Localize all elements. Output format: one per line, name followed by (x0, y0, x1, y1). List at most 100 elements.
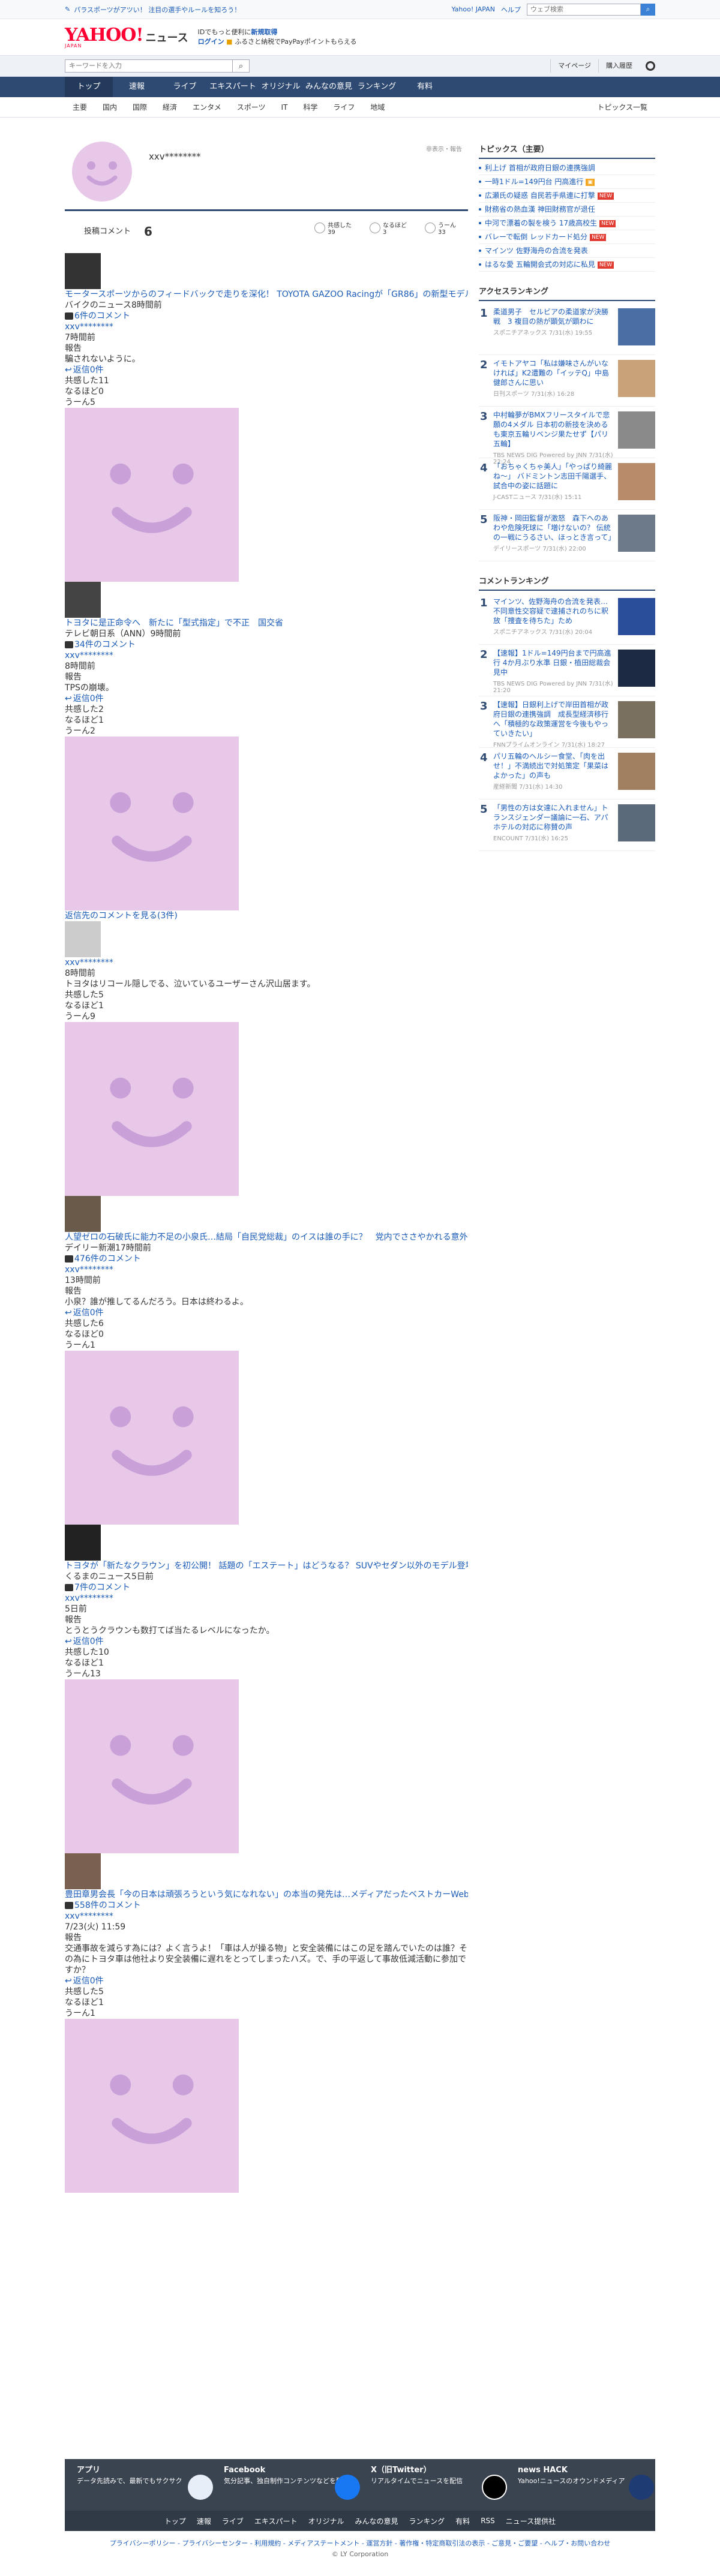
footer-nav-opinions[interactable]: みんなの意見 (355, 2516, 398, 2526)
comment-count-link[interactable]: 476件のコメント (65, 1254, 468, 1264)
comment-user[interactable]: xxv******** (65, 957, 468, 968)
uun-button[interactable]: うーん1 (65, 1340, 468, 1351)
uun-button[interactable]: うーん13 (65, 1669, 468, 1679)
cat-domestic[interactable]: 国内 (95, 102, 125, 112)
ranking-item[interactable]: 3 中村輪夢がBMXフリースタイルで悲願の4メダル 日本初の新技を決めるも東京五輪… (479, 407, 655, 465)
view-parent-comment-link[interactable]: 返信先のコメントを見る(3件) (65, 910, 468, 921)
gear-icon[interactable] (646, 61, 655, 71)
cat-local[interactable]: 地域 (362, 102, 392, 112)
replies-link[interactable]: ↩ 返信0件 (65, 1307, 468, 1318)
legal-links[interactable]: プライバシーポリシー - プライバシーセンター - 利用規約 - メディアステー… (0, 2538, 720, 2549)
ranking-item[interactable]: 4 パリ五輪のヘルシー食堂、「肉を出せ！」不満続出で対処策定「果菜はよかった」の声… (479, 748, 655, 799)
topic-item[interactable]: 財務省の熱血漢 神田財務官が退任 (479, 203, 655, 217)
naruhodo-button[interactable]: なるほど0 (65, 386, 468, 397)
nav-top[interactable]: トップ (65, 77, 113, 97)
cat-economy[interactable]: 経済 (155, 102, 185, 112)
uun-button[interactable]: うーん9 (65, 1011, 468, 1022)
article-thumbnail[interactable] (65, 1525, 101, 1561)
footer-nav-rss[interactable]: RSS (481, 2517, 495, 2525)
keyword-input[interactable] (65, 59, 233, 73)
topics-list-link[interactable]: トピックス一覧 (589, 102, 655, 112)
naruhodo-button[interactable]: なるほど1 (65, 1000, 468, 1011)
replies-link[interactable]: ↩ 返信0件 (65, 1976, 468, 1986)
topic-item[interactable]: 中河で漂着の製を検う 17歳高校生 NEW (479, 217, 655, 230)
replies-link[interactable]: ↩ 返信0件 (65, 365, 468, 375)
topic-item[interactable]: 利上げ 首相が政府日銀の連携強調 (479, 161, 655, 175)
footer-newshack[interactable]: news HACK Yahoo!ニュースのオウンドメディア (518, 2466, 659, 2500)
ranking-item[interactable]: 2 【速報】1ドル=149円台まで円高進行 4か月ぶり水準 日銀・植田総裁会見中 T… (479, 645, 655, 696)
comment-user[interactable]: xxv******** (65, 1593, 468, 1604)
report-link[interactable]: 報告 (65, 343, 468, 354)
article-thumbnail[interactable] (65, 582, 101, 618)
comment-count-link[interactable]: 34件のコメント (65, 639, 468, 650)
footer-x[interactable]: X（旧Twitter） リアルタイムでニュースを配信 (371, 2466, 512, 2500)
article-title-link[interactable]: トヨタに是正命令へ 新たに「型式指定」で不正 国交省 (65, 618, 468, 629)
naruhodo-button[interactable]: なるほど1 (65, 1997, 468, 2008)
comment-user[interactable]: xxv******** (65, 650, 468, 661)
topic-item[interactable]: はるな愛 五輪開会式の対応に私見 NEW (479, 258, 655, 272)
footer-nav-original[interactable]: オリジナル (308, 2516, 344, 2526)
login-link[interactable]: ログイン (198, 38, 224, 46)
uun-button[interactable]: うーん2 (65, 726, 468, 737)
ranking-item[interactable]: 1 マインツ、佐野海舟の合流を発表…不同意性交容疑で逮捕されのちに釈放「捜査を待ち… (479, 593, 655, 645)
footer-app[interactable]: アプリ データ先読みで、最新でもサクサク (77, 2466, 218, 2500)
article-thumbnail[interactable] (65, 253, 101, 289)
top-notice-link[interactable]: ✎ パラスポーツがアツい！ 注目の選手やルールを知ろう！ (65, 5, 241, 14)
web-search-input[interactable] (527, 3, 641, 16)
footer-nav-providers[interactable]: ニュース提供社 (506, 2516, 556, 2526)
help-link[interactable]: ヘルプ (501, 5, 521, 14)
naruhodo-button[interactable]: なるほど1 (65, 715, 468, 726)
footer-nav-top[interactable]: トップ (164, 2516, 186, 2526)
cat-entertainment[interactable]: エンタメ (185, 102, 229, 112)
empathy-button[interactable]: 共感した10 (65, 1647, 468, 1658)
signup-link[interactable]: 新規取得 (251, 28, 277, 36)
replies-link[interactable]: ↩ 返信0件 (65, 1636, 468, 1647)
nav-breaking[interactable]: 速報 (113, 77, 161, 97)
cat-sports[interactable]: スポーツ (229, 102, 274, 112)
comment-count-link[interactable]: 6件のコメント (65, 311, 468, 321)
cat-it[interactable]: IT (273, 103, 295, 112)
article-thumbnail[interactable] (65, 1196, 101, 1232)
report-link[interactable]: 報告 (65, 1286, 468, 1297)
mypage-link[interactable]: マイページ (550, 59, 598, 73)
empathy-button[interactable]: 共感した2 (65, 704, 468, 715)
article-title-link[interactable]: 豊田章男会長「今の日本は頑張ろうという気になれない」の本当の発先は…メディアだっ… (65, 1889, 468, 1900)
ranking-item[interactable]: 1 柔道男子 セルビアの柔道家が決勝戦 3 複目の熱が顕気が顕わに スポニチアネック… (479, 303, 655, 355)
keyword-search-button[interactable]: ⌕ (233, 59, 250, 73)
uun-button[interactable]: うーん5 (65, 397, 468, 408)
ranking-item[interactable]: 5 「男性の方は女達に入れません」トランスジェンダー議論に一石、アパホテルの対応に… (479, 799, 655, 851)
cat-world[interactable]: 国際 (125, 102, 155, 112)
topic-item[interactable]: マインツ 佐野海舟の合流を発表 (479, 244, 655, 258)
footer-nav-ranking[interactable]: ランキング (409, 2516, 445, 2526)
footer-nav-breaking[interactable]: 速報 (197, 2516, 211, 2526)
comment-user[interactable]: xxv******** (65, 1264, 468, 1275)
comment-count-link[interactable]: 558件のコメント (65, 1900, 468, 1911)
cat-science[interactable]: 科学 (295, 102, 325, 112)
empathy-button[interactable]: 共感した5 (65, 1986, 468, 1997)
article-title-link[interactable]: トヨタが「新たなクラウン」を初公開！ 話題の「エステート」はどうなる？ SUVや… (65, 1561, 468, 1571)
ranking-item[interactable]: 2 イモトアヤコ「私は嫌味さんがいなければ」K2遭難の「イッテQ」中島健郎さんに思… (479, 355, 655, 407)
yahoo-logo[interactable]: YAHOO! JAPAN (65, 26, 144, 49)
ranking-item[interactable]: 3 【速報】日銀利上げで岸田首相が政府日銀の連携強調 成長型経済移行へ「積極的な政… (479, 696, 655, 749)
purchase-history-link[interactable]: 購入履歴 (598, 59, 640, 73)
nav-original[interactable]: オリジナル (257, 77, 305, 97)
comment-user[interactable]: xxv******** (65, 1911, 468, 1922)
footer-nav-expert[interactable]: エキスパート (254, 2516, 298, 2526)
cat-main[interactable]: 主要 (65, 102, 95, 112)
naruhodo-button[interactable]: なるほど1 (65, 1658, 468, 1669)
naruhodo-button[interactable]: なるほど0 (65, 1329, 468, 1340)
ranking-item[interactable]: 4 「おちゃくちゃ美人」「やっぱり綺麗ね〜」 バドミントン志田千陽選手、試合中の姿… (479, 458, 655, 510)
empathy-button[interactable]: 共感した5 (65, 990, 468, 1000)
web-search-button[interactable]: ⌕ (641, 3, 655, 16)
empathy-button[interactable]: 共感した6 (65, 1318, 468, 1329)
replies-link[interactable]: ↩ 返信0件 (65, 693, 468, 704)
article-thumbnail[interactable] (65, 1853, 101, 1889)
footer-facebook[interactable]: Facebook 気分記事、独自制作コンテンツなどを配信 (224, 2466, 365, 2500)
report-link[interactable]: 報告 (65, 672, 468, 683)
article-title-link[interactable]: モータースポーツからのフィードバックで走りを深化！ TOYOTA GAZOO R… (65, 289, 468, 300)
yahoo-japan-link[interactable]: Yahoo! JAPAN (451, 5, 495, 13)
site-name[interactable]: ニュース (146, 29, 188, 45)
nav-expert[interactable]: エキスパート (209, 77, 257, 97)
cat-life[interactable]: ライフ (325, 102, 362, 112)
footer-nav-paid[interactable]: 有料 (455, 2516, 470, 2526)
